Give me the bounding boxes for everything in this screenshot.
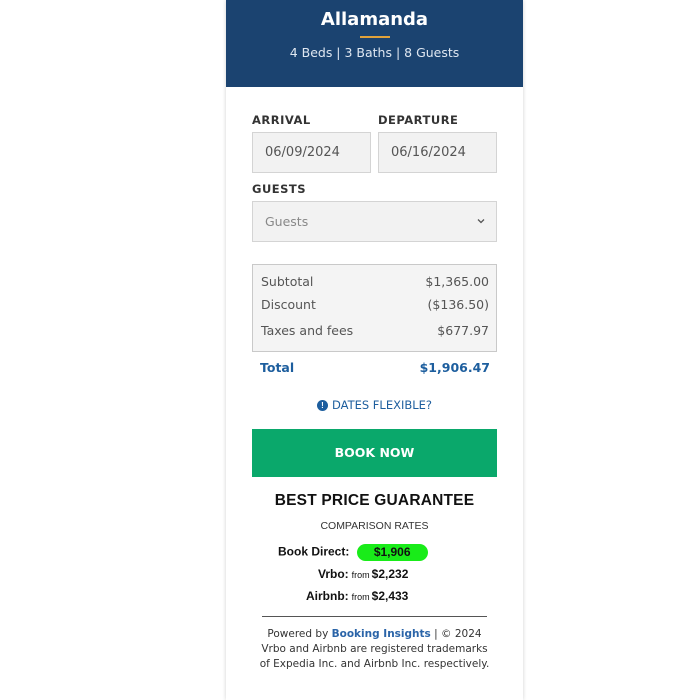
book-direct-price: $1,906 — [356, 544, 428, 561]
booking-widget: Allamanda 4 Beds | 3 Baths | 8 Guests AR… — [226, 0, 523, 700]
guests-select[interactable]: Guests — [252, 201, 497, 242]
powered-by-prefix: Powered by — [267, 628, 329, 640]
arrival-label: ARRIVAL — [252, 113, 311, 127]
book-now-button[interactable]: BOOK NOW — [252, 429, 497, 477]
chevron-down-icon — [477, 219, 485, 224]
departure-label: DEPARTURE — [378, 113, 459, 127]
comparison-rates: Book Direct: $1,906 Vrbo: from $2,232 Airb… — [226, 544, 523, 609]
taxes-row: Taxes and fees $677.97 — [261, 322, 489, 345]
vrbo-label: Vrbo: — [318, 567, 349, 581]
info-icon: ! — [316, 399, 328, 411]
booking-insights-link[interactable]: Booking Insights — [332, 628, 431, 640]
taxes-value: $677.97 — [437, 323, 489, 338]
guests-label: GUESTS — [252, 182, 307, 196]
price-breakdown: Subtotal $1,365.00 Discount ($136.50) Ta… — [252, 264, 497, 352]
discount-row: Discount ($136.50) — [261, 296, 489, 319]
property-title: Allamanda — [320, 9, 429, 30]
comparison-rates-label: COMPARISON RATES — [320, 520, 429, 532]
departure-date-input[interactable]: 06/16/2024 — [378, 132, 497, 173]
title-divider — [359, 36, 390, 38]
subtotal-row: Subtotal $1,365.00 — [261, 273, 489, 296]
vrbo-rate: Vrbo: from $2,232 — [318, 567, 408, 581]
guests-group: GUESTS Guests — [252, 182, 497, 242]
property-details: 4 Beds | 3 Baths | 8 Guests — [289, 45, 460, 60]
dates-flexible-link[interactable]: ! DATES FLEXIBLE? — [252, 398, 497, 412]
booking-form: ARRIVAL 06/09/2024 DEPARTURE 06/16/2024 … — [226, 113, 523, 477]
departure-group: DEPARTURE 06/16/2024 — [378, 113, 497, 173]
footer-divider — [262, 616, 487, 617]
arrival-group: ARRIVAL 06/09/2024 — [252, 113, 371, 173]
airbnb-from: from — [351, 592, 370, 602]
guarantee-title: BEST PRICE GUARANTEE — [274, 492, 475, 509]
property-header: Allamanda 4 Beds | 3 Baths | 8 Guests — [226, 0, 523, 87]
trademark-line-2: of Expedia Inc. and Airbnb Inc. respecti… — [259, 658, 490, 670]
airbnb-rate: Airbnb: from $2,433 — [306, 589, 408, 603]
copyright-text: | © 2024 — [434, 628, 482, 640]
powered-by-line: Powered by Booking Insights | © 2024 — [226, 627, 523, 642]
guests-placeholder: Guests — [265, 214, 309, 229]
trademark-line-1: Vrbo and Airbnb are registered trademark… — [261, 643, 488, 655]
airbnb-price: $2,433 — [371, 589, 409, 603]
subtotal-value: $1,365.00 — [425, 274, 489, 289]
vrbo-price: $2,232 — [371, 567, 409, 581]
footer: Powered by Booking Insights | © 2024 Vrb… — [226, 627, 523, 672]
subtotal-label: Subtotal — [261, 274, 314, 289]
book-direct-rate: Book Direct: $1,906 — [278, 544, 428, 561]
taxes-label: Taxes and fees — [261, 323, 354, 338]
best-price-guarantee: BEST PRICE GUARANTEE COMPARISON RATES Bo… — [226, 492, 523, 672]
discount-label: Discount — [261, 297, 316, 312]
date-row: ARRIVAL 06/09/2024 DEPARTURE 06/16/2024 — [252, 113, 497, 173]
vrbo-from: from — [351, 570, 370, 580]
total-row: Total $1,906.47 — [252, 360, 497, 375]
arrival-date-input[interactable]: 06/09/2024 — [252, 132, 371, 173]
discount-value: ($136.50) — [427, 297, 489, 312]
dates-flexible-label: DATES FLEXIBLE? — [331, 398, 433, 412]
total-value: $1,906.47 — [419, 360, 490, 375]
book-direct-label: Book Direct: — [278, 544, 350, 559]
airbnb-label: Airbnb: — [306, 589, 349, 603]
total-label: Total — [260, 360, 295, 375]
